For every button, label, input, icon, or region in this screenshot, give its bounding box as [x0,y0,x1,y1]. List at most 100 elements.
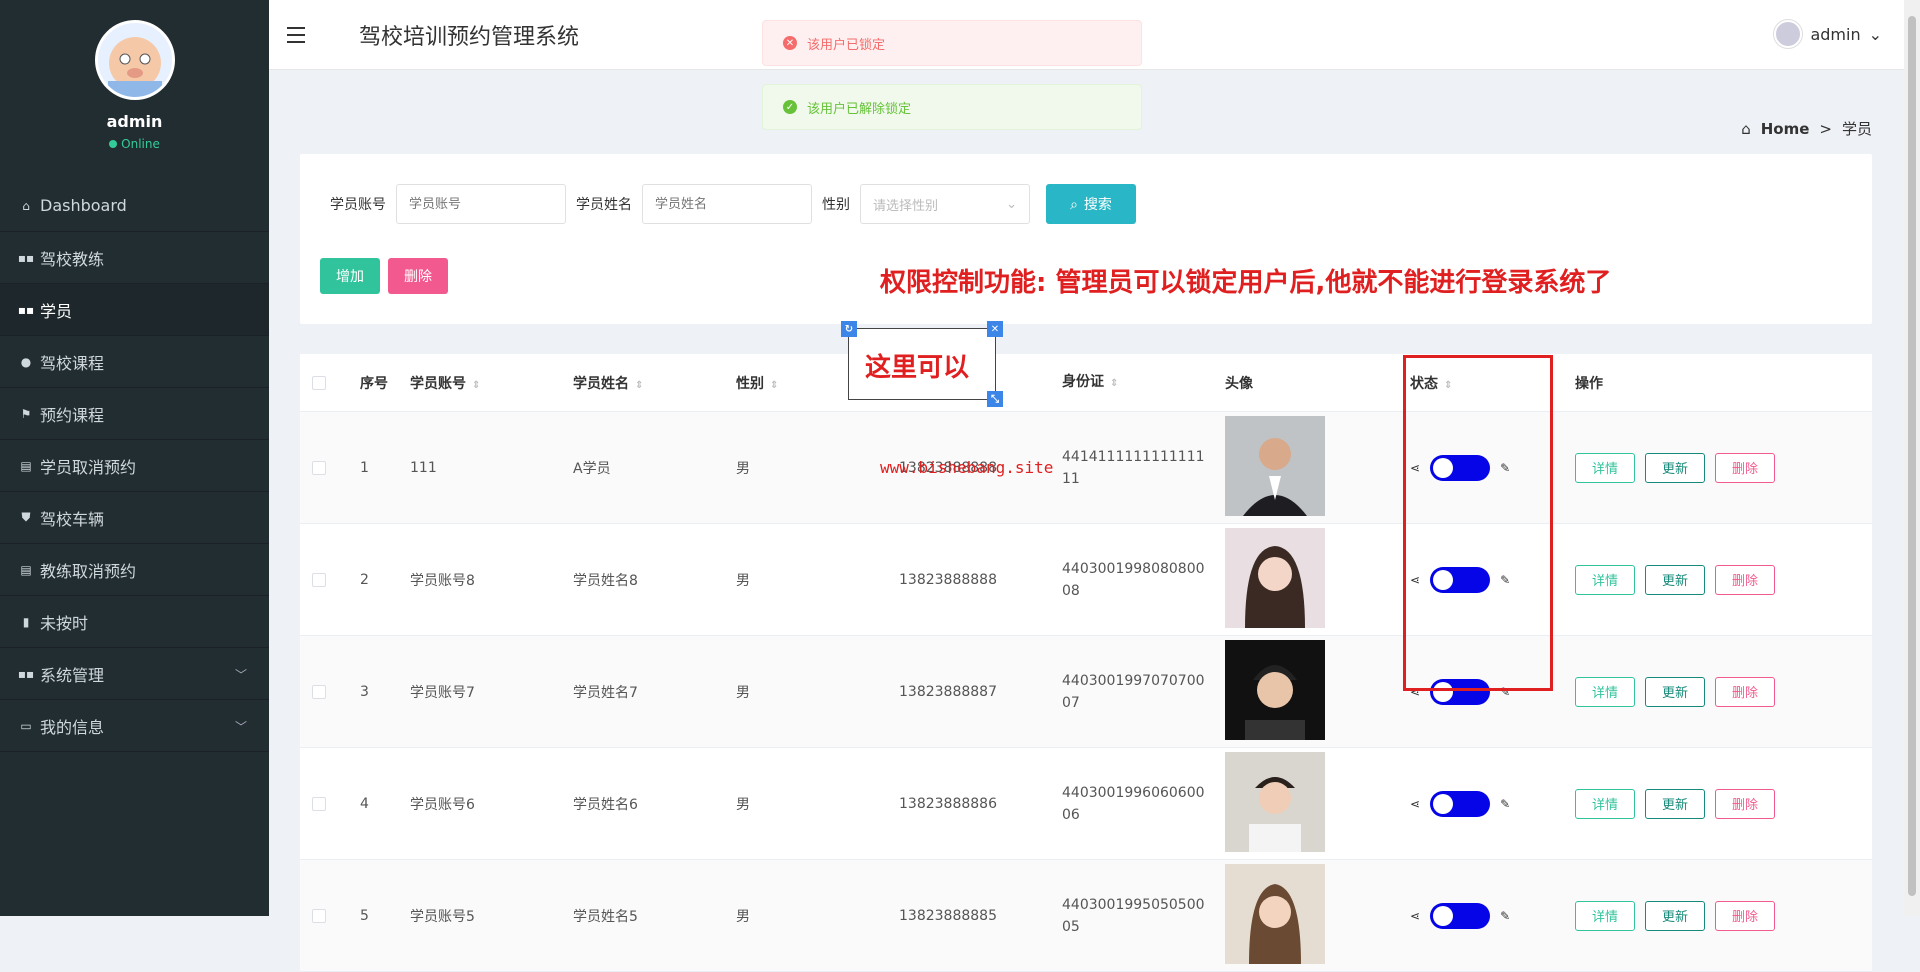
row-checkbox[interactable] [312,460,326,475]
grid-icon: ▪▪ [17,302,35,317]
user-name: admin [1810,24,1861,44]
grid-icon: ▪▪ [17,250,35,265]
chevron-down-icon: ⌄ [1868,24,1882,44]
sidebar-item-late[interactable]: ▮ 未按时 [0,596,269,648]
row-checkbox[interactable] [312,796,326,811]
breadcrumb: ⌂ Home > 学员 [1741,118,1872,139]
toast-error: ✕ 该用户已锁定 [762,20,1142,66]
user-icon: ● [20,354,32,369]
row-checkbox[interactable] [312,572,326,587]
app-title: 驾校培训预约管理系统 [359,24,580,50]
avatar[interactable] [94,20,175,100]
sidebar-item-dashboard[interactable]: ⌂ Dashboard [0,180,269,232]
edit-icon: ✎ [1500,796,1511,811]
delete-button[interactable]: 删除 [1715,788,1775,819]
online-status: Online [109,137,160,151]
table-row: 4 学员账号6 学员姓名6 男 13823888886 440300199606… [300,748,1872,860]
sidebar-username: admin [106,112,163,131]
student-photo [1225,415,1325,516]
col-no: 序号 [360,375,388,392]
resize-icon[interactable]: ⤡ [987,391,1003,407]
sex-select[interactable]: 请选择性别 ⌄ [860,184,1030,224]
overlay-textbox[interactable]: 这里可以 ↻ ✕ ⤡ [841,321,1003,407]
student-photo [1225,527,1325,628]
table-header: 序号 学员账号⇕ 学员姓名⇕ 性别⇕ 手机⇕ 身份证⇕ 头像 状态⇕ 操作 [300,354,1872,412]
student-photo [1225,751,1325,852]
breadcrumb-current: 学员 [1841,120,1872,138]
detail-button[interactable]: 详情 [1575,564,1635,595]
breadcrumb-home[interactable]: Home [1761,120,1810,138]
sidebar-item-bookings[interactable]: ⚑ 预约课程 [0,388,269,440]
close-icon[interactable]: ✕ [987,321,1003,337]
update-button[interactable]: 更新 [1645,564,1705,595]
batch-delete-button[interactable]: 删除 [388,258,448,294]
search-button[interactable]: ⌕ 搜索 [1046,184,1136,224]
home-icon: ⌂ [1741,119,1751,138]
annotation-text: 权限控制功能: 管理员可以锁定用户后,他就不能进行登录系统了 [880,268,1612,298]
delete-button[interactable]: 删除 [1715,564,1775,595]
sex-label: 性别 [822,197,850,213]
student-photo [1225,639,1325,740]
watermark: www.bishebang.site [880,458,1054,477]
update-button[interactable]: 更新 [1645,788,1705,819]
chart-icon: ▮ [22,614,30,629]
sidebar-item-myinfo[interactable]: ▭ 我的信息 ﹀ [0,700,269,752]
sidebar-item-students[interactable]: ▪▪ 学员 [0,284,269,336]
chevron-down-icon: ﹀ [234,720,247,734]
table-row: 1 111 A学员 男 13823888888 4414111111111111… [300,412,1872,524]
doc-icon: ▤ [20,458,32,473]
error-icon: ✕ [783,36,797,50]
user-menu[interactable]: admin ⌄ [1774,20,1882,48]
flag-icon: ⚑ [20,406,32,421]
row-checkbox[interactable] [312,684,326,699]
home-icon: ⌂ [22,198,30,213]
sidebar-item-courses[interactable]: ● 驾校课程 [0,336,269,388]
breadcrumb-separator: > [1819,119,1832,138]
update-button[interactable]: 更新 [1645,676,1705,707]
lock-switch[interactable] [1430,790,1491,817]
grid-icon: ▪▪ [17,666,35,681]
col-actions: 操作 [1575,375,1603,392]
user-avatar [1774,20,1803,48]
detail-button[interactable]: 详情 [1575,788,1635,819]
delete-button[interactable]: 删除 [1715,452,1775,483]
sidebar: admin Online ⌂ Dashboard ▪▪ 驾校教练 ▪▪ 学员 ● 驾校课… [0,0,269,916]
sidebar-menu: ⌂ Dashboard ▪▪ 驾校教练 ▪▪ 学员 ● 驾校课程 ⚑ 预约课程 ▤ 学员取消… [0,180,269,752]
account-label: 学员账号 [330,197,386,213]
search-row: 学员账号 学员姓名 性别 请选择性别⌄ ⌕搜索 [330,184,1136,224]
account-input[interactable] [396,184,566,224]
sort-icon: ⇕ [635,379,644,391]
shield-icon: ⛊ [21,510,31,524]
check-icon: ✓ [783,100,797,114]
chevron-down-icon: ⌄ [1006,196,1017,212]
sidebar-item-coaches[interactable]: ▪▪ 驾校教练 [0,232,269,284]
delete-button[interactable]: 删除 [1715,676,1775,707]
online-dot-icon [109,140,118,148]
sidebar-item-student-cancel[interactable]: ▤ 学员取消预约 [0,440,269,492]
update-button[interactable]: 更新 [1645,452,1705,483]
sidebar-user: admin Online [0,0,269,160]
add-button[interactable]: 增加 [320,258,380,294]
student-photo [1225,863,1325,964]
name-input[interactable] [642,184,812,224]
sort-icon: ⇕ [770,379,779,391]
col-id[interactable]: 身份证 ⇕ [1062,371,1225,395]
select-all-checkbox[interactable] [312,375,326,390]
sidebar-item-coach-cancel[interactable]: ▤ 教练取消预约 [0,544,269,596]
sort-icon: ⇕ [1110,377,1119,389]
page-scrollbar[interactable] [1904,0,1920,916]
menu-toggle-icon[interactable] [287,23,311,47]
detail-button[interactable]: 详情 [1575,452,1635,483]
sidebar-item-system[interactable]: ▪▪ 系统管理 ﹀ [0,648,269,700]
doc-icon: ▤ [20,562,32,577]
col-avatar: 头像 [1225,375,1253,392]
sort-icon: ⇕ [472,379,481,391]
detail-button[interactable]: 详情 [1575,676,1635,707]
name-label: 学员姓名 [576,197,632,213]
col-name[interactable]: 学员姓名 ⇕ [573,373,736,393]
sidebar-item-vehicles[interactable]: ⛊ 驾校车辆 [0,492,269,544]
rotate-icon[interactable]: ↻ [841,321,857,337]
search-icon: ⌕ [1070,195,1078,212]
col-account[interactable]: 学员账号 ⇕ [410,373,573,393]
toast-success: ✓ 该用户已解除锁定 [762,84,1142,130]
